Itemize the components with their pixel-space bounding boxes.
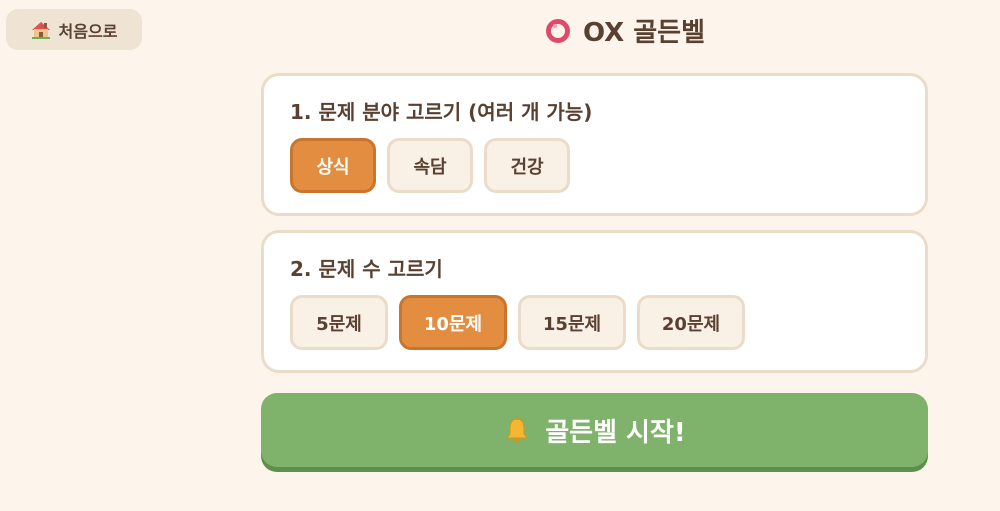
start-button-label: 골든벨 시작!: [545, 417, 686, 448]
category-section-label: 1. 문제 분야 고르기 (여러 개 가능): [290, 100, 593, 124]
count-option-20[interactable]: 20문제: [637, 295, 745, 350]
bell-icon: [506, 417, 529, 443]
category-option-proverb[interactable]: 속담: [387, 138, 473, 193]
page: 처음으로 OX 골든벨 1. 문제 분야 고르기 (여러 개 가능) 상식 속담…: [0, 0, 1000, 511]
page-title: OX 골든벨: [0, 12, 1000, 49]
count-options: 5문제 10문제 15문제 20문제: [290, 295, 899, 350]
count-section-label: 2. 문제 수 고르기: [290, 257, 443, 281]
count-section: 2. 문제 수 고르기 5문제 10문제 15문제 20문제: [261, 230, 928, 373]
category-section: 1. 문제 분야 고르기 (여러 개 가능) 상식 속담 건강: [261, 73, 928, 216]
count-option-10[interactable]: 10문제: [399, 295, 507, 350]
page-title-text: OX 골든벨: [582, 18, 706, 48]
count-option-5[interactable]: 5문제: [290, 295, 388, 350]
category-options: 상식 속담 건강: [290, 138, 899, 193]
start-button[interactable]: 골든벨 시작!: [261, 393, 928, 467]
count-option-15[interactable]: 15문제: [518, 295, 626, 350]
category-option-health[interactable]: 건강: [484, 138, 570, 193]
ring-icon: [545, 18, 570, 43]
category-option-general[interactable]: 상식: [290, 138, 376, 193]
